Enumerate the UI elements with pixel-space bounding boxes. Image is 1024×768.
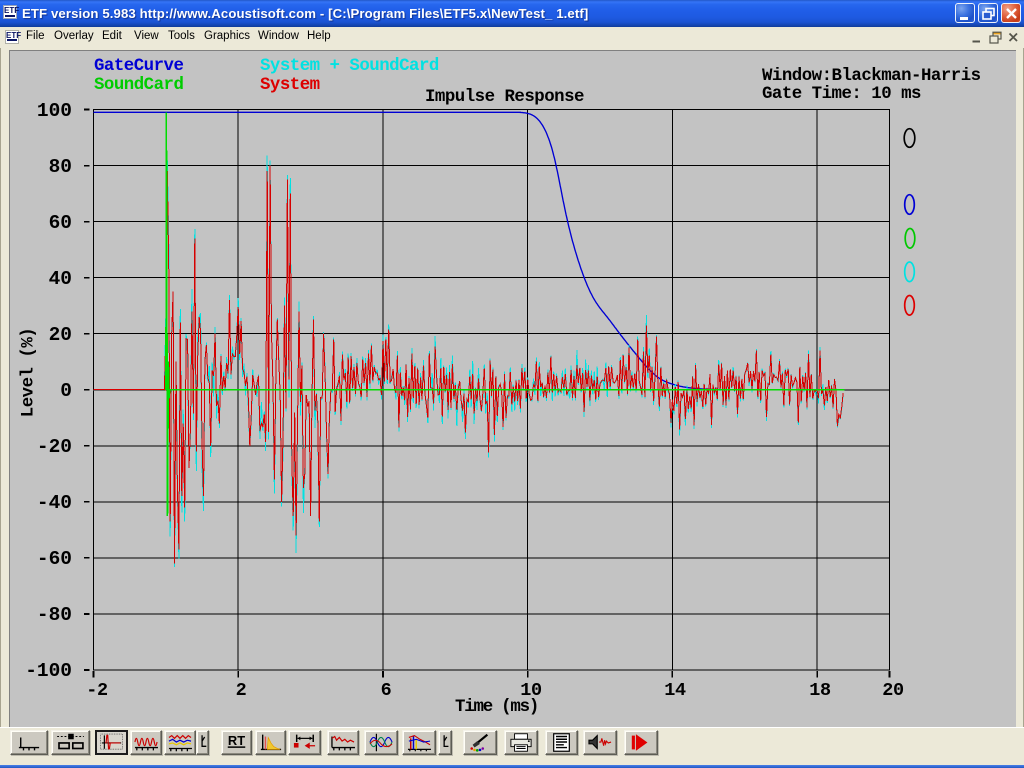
svg-text:RT: RT xyxy=(228,733,245,748)
